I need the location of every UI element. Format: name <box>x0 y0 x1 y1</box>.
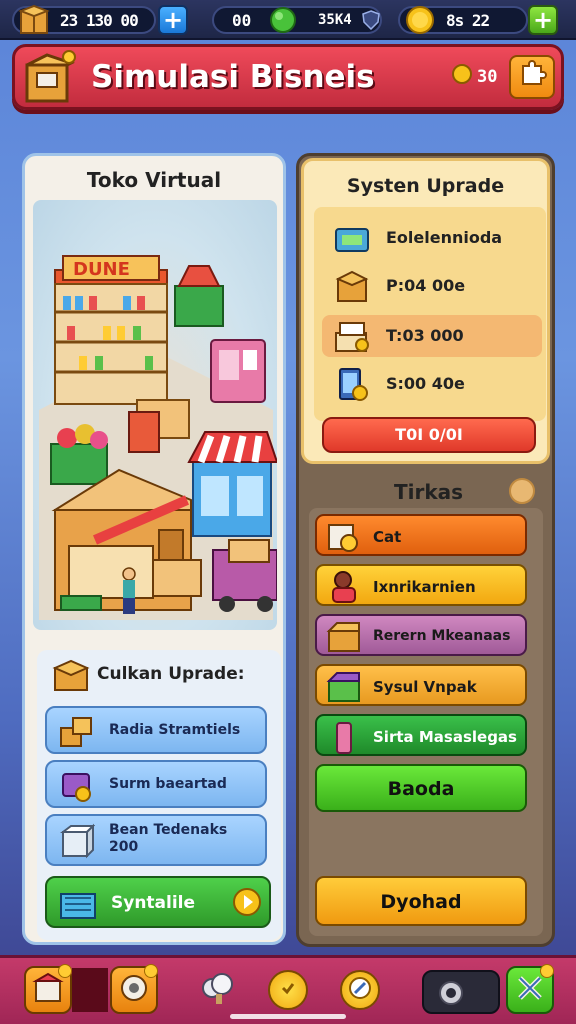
worker-icon <box>325 569 363 605</box>
settings-button[interactable] <box>509 55 555 99</box>
basket-icon <box>57 884 99 922</box>
upgrade-section: Culkan Uprade: Radia Stramtiels Surm bae… <box>37 650 281 940</box>
settings-icon <box>436 978 466 1012</box>
coin-alt-icon <box>276 976 300 1004</box>
nav-compass[interactable] <box>340 970 380 1010</box>
bottle-icon <box>325 719 363 755</box>
svg-text:DUNE: DUNE <box>73 259 130 280</box>
task-item-2[interactable]: Ixnrikarnien <box>315 564 527 606</box>
gem-icon <box>266 4 300 36</box>
upgrade-section-title: Culkan Uprade: <box>97 664 245 684</box>
cube-icon <box>57 822 96 859</box>
tools-icon <box>514 972 546 1008</box>
shelf-rack-icon: DUNE <box>54 255 168 405</box>
system-upgrade-title: Systen Uprade <box>346 175 505 197</box>
game-header: Simulasi Bisneis 30 <box>12 44 564 110</box>
add-crates-button[interactable]: + <box>158 5 188 35</box>
nav-coins[interactable] <box>268 970 308 1010</box>
coin-icon <box>402 4 438 36</box>
system-row-4[interactable]: S:00 40e <box>322 363 542 405</box>
shield-icon <box>362 10 380 31</box>
upgrade-option-2[interactable]: Surm baeartad <box>45 760 267 808</box>
compass-icon <box>347 975 373 1005</box>
system-upgrade-panel: Systen Uprade Eolelennioda P:04 00e T:03… <box>301 158 550 464</box>
puzzle-icon <box>517 60 547 94</box>
cloud-icon <box>198 970 238 1010</box>
nav-cloud[interactable] <box>198 970 238 1010</box>
coin-small-icon <box>451 63 473 85</box>
baoda-button[interactable]: Baoda <box>315 764 527 812</box>
crate-icon <box>332 267 372 305</box>
store-title: Toko Virtual <box>86 168 222 192</box>
system-upgrade-button[interactable]: T0I 0/0I <box>322 417 536 453</box>
box-search-icon <box>325 519 363 555</box>
treasure-box-icon <box>19 47 79 109</box>
tasks-badge-icon <box>509 478 535 504</box>
resource-crates: 23 130 00 <box>12 4 156 36</box>
system-row-1[interactable]: Eolelennioda <box>322 217 542 259</box>
tasks-list: Cat Ixnrikarnien Rerern Mkeanaas Sysul V… <box>309 508 543 936</box>
box-icon <box>51 658 91 692</box>
header-coin-value: 30 <box>477 67 498 87</box>
system-upgrade-list: Eolelennioda P:04 00e T:03 000 S:00 40e <box>314 207 546 421</box>
boxes-icon <box>57 714 95 748</box>
upgrade-option-3[interactable]: Bean Tedenaks 200 <box>45 814 267 866</box>
system-row-3[interactable]: T:03 000 <box>322 315 542 357</box>
home-indicator <box>230 1014 346 1019</box>
nav-divider <box>72 968 108 1012</box>
syntalile-button[interactable]: Syntalile <box>45 876 271 928</box>
task-item-4[interactable]: Sysul Vnpak <box>315 664 527 706</box>
shop-icon <box>31 971 65 1009</box>
machine-icon <box>332 219 372 257</box>
notification-dot-2 <box>144 964 158 978</box>
right-panel: Systen Uprade Eolelennioda P:04 00e T:03… <box>296 153 555 947</box>
chest-icon <box>325 619 363 655</box>
system-row-2[interactable]: P:04 00e <box>322 265 542 307</box>
task-item-5[interactable]: Sirta Masaslegas <box>315 714 527 756</box>
add-coins-button[interactable]: + <box>528 5 558 35</box>
top-resource-bar: 23 130 00 + 00 35K4 8s 22 + <box>0 0 576 40</box>
crate-icon <box>16 4 52 36</box>
store-scene[interactable]: DUNE <box>33 200 277 630</box>
tablet-icon <box>332 365 372 403</box>
notification-dot-1 <box>58 964 72 978</box>
stack-icon <box>332 317 372 355</box>
page-title: Simulasi Bisneis <box>91 59 375 95</box>
upgrade-option-1[interactable]: Radia Stramtiels <box>45 706 267 754</box>
task-item-1[interactable]: Cat <box>315 514 527 556</box>
package-icon <box>325 669 363 705</box>
gift-bag-icon <box>57 768 95 802</box>
notification-dot-3 <box>540 964 554 978</box>
resource-gems: 00 35K4 <box>212 6 382 34</box>
task-item-3[interactable]: Rerern Mkeanaas <box>315 614 527 656</box>
dyohad-button[interactable]: Dyohad <box>315 876 527 926</box>
resource-coins: 8s 22 <box>398 6 528 34</box>
arrow-right-icon <box>233 888 261 916</box>
nav-settings[interactable] <box>422 970 500 1014</box>
virtual-store-panel: Toko Virtual DUNE Culkan Uprade: Radia S… <box>22 153 286 945</box>
crate-alt-icon <box>118 972 150 1008</box>
